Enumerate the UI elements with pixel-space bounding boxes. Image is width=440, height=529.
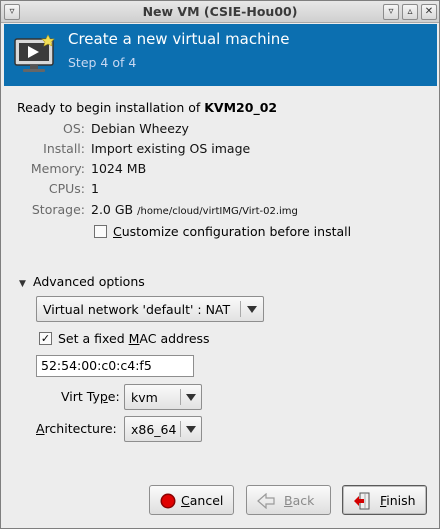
architecture-value: x86_64 bbox=[131, 422, 177, 437]
virt-type-mnemonic: p bbox=[99, 389, 108, 404]
virt-type-separator bbox=[180, 389, 181, 405]
virt-type-select[interactable]: kvm bbox=[124, 384, 202, 410]
architecture-label: Architecture: bbox=[36, 421, 117, 436]
cancel-mnemonic: C bbox=[181, 493, 190, 508]
virt-type-value: kvm bbox=[131, 390, 158, 405]
ready-text: Ready to begin installation of bbox=[17, 100, 205, 115]
new-vm-dialog: ▿ New VM (CSIE-Hou00) ▿ ▵ ✕ Create a new… bbox=[0, 0, 440, 529]
cancel-button[interactable]: Cancel bbox=[149, 485, 234, 515]
virt-type-label-after: e: bbox=[107, 389, 120, 404]
fixed-mac-label-after: AC address bbox=[139, 331, 210, 346]
os-value: Debian Wheezy bbox=[91, 121, 189, 136]
customize-label[interactable]: Customize configuration before install bbox=[113, 224, 351, 239]
chevron-down-icon bbox=[247, 306, 257, 313]
wizard-banner: Create a new virtual machine Step 4 of 4 bbox=[4, 24, 437, 86]
customize-label-rest: ustomize configuration before install bbox=[121, 224, 352, 239]
os-label: OS: bbox=[63, 121, 85, 136]
mac-address-input[interactable]: 52:54:00:c0:c4:f5 bbox=[36, 355, 194, 377]
chevron-down-icon bbox=[186, 426, 196, 433]
cancel-label-rest: ancel bbox=[189, 493, 224, 508]
cpus-label: CPUs: bbox=[48, 181, 85, 196]
install-label: Install: bbox=[43, 141, 85, 156]
virt-type-label: Virt Type: bbox=[61, 389, 120, 404]
architecture-label-rest: rchitecture: bbox=[44, 421, 117, 436]
storage-path: /home/cloud/virtIMG/Virt-02.img bbox=[137, 206, 298, 217]
cancel-label: Cancel bbox=[181, 493, 223, 508]
back-mnemonic: B bbox=[284, 493, 293, 508]
back-arrow-icon bbox=[257, 493, 275, 509]
network-select-separator bbox=[240, 301, 241, 317]
virt-type-label-before: Virt Ty bbox=[61, 389, 100, 404]
fixed-mac-label[interactable]: Set a fixed MAC address bbox=[58, 331, 210, 346]
advanced-options-expander[interactable]: Advanced options bbox=[33, 274, 145, 289]
customize-mnemonic: C bbox=[113, 224, 122, 239]
close-button[interactable]: ✕ bbox=[421, 4, 437, 20]
finish-icon bbox=[354, 492, 370, 510]
back-label: Back bbox=[284, 493, 314, 508]
chevron-down-icon bbox=[186, 394, 196, 401]
storage-size: 2.0 GB bbox=[91, 202, 134, 217]
stop-icon bbox=[160, 493, 176, 509]
storage-label: Storage: bbox=[31, 202, 85, 217]
network-select[interactable]: Virtual network 'default' : NAT bbox=[36, 296, 264, 322]
memory-label: Memory: bbox=[30, 161, 85, 176]
window-title: New VM (CSIE-Hou00) bbox=[142, 4, 298, 19]
cpus-value: 1 bbox=[91, 181, 99, 196]
ready-heading: Ready to begin installation of KVM20_02 bbox=[17, 100, 277, 115]
vm-name: KVM20_02 bbox=[204, 100, 278, 115]
title-bar[interactable]: ▿ New VM (CSIE-Hou00) ▿ ▵ ✕ bbox=[1, 1, 439, 23]
architecture-separator bbox=[180, 421, 181, 437]
fixed-mac-mnemonic: M bbox=[128, 331, 140, 346]
network-select-value: Virtual network 'default' : NAT bbox=[43, 302, 231, 317]
banner-title: Create a new virtual machine bbox=[68, 30, 290, 48]
expander-arrow-icon[interactable]: ▼ bbox=[19, 279, 26, 289]
architecture-select[interactable]: x86_64 bbox=[124, 416, 202, 442]
finish-button[interactable]: Finish bbox=[342, 485, 427, 515]
banner-step: Step 4 of 4 bbox=[68, 55, 137, 70]
finish-label-rest: inish bbox=[386, 493, 416, 508]
back-label-rest: ack bbox=[292, 493, 315, 508]
minimize-button[interactable]: ▿ bbox=[383, 4, 399, 20]
storage-value: 2.0 GB /home/cloud/virtIMG/Virt-02.img bbox=[91, 202, 298, 217]
install-value: Import existing OS image bbox=[91, 141, 251, 156]
memory-value: 1024 MB bbox=[91, 161, 147, 176]
finish-label: Finish bbox=[380, 493, 416, 508]
architecture-mnemonic: A bbox=[36, 421, 45, 436]
new-vm-monitor-icon bbox=[14, 34, 55, 72]
maximize-button[interactable]: ▵ bbox=[402, 4, 418, 20]
fixed-mac-label-before: Set a fixed bbox=[58, 331, 129, 346]
customize-checkbox[interactable] bbox=[94, 225, 107, 238]
fixed-mac-checkbox[interactable]: ✓ bbox=[39, 332, 52, 345]
back-button[interactable]: Back bbox=[246, 485, 331, 515]
